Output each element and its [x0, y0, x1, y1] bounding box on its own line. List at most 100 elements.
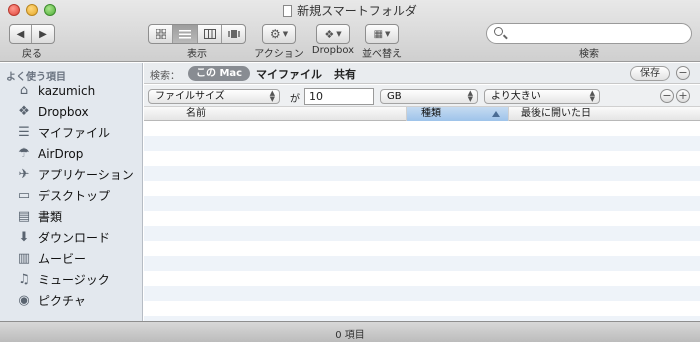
chevron-left-icon: ◀: [16, 28, 25, 40]
column-header-label: 最後に開いた日: [521, 108, 591, 119]
sidebar-item-applications[interactable]: ✈ アプリケーション: [0, 164, 142, 185]
sidebar-item-airdrop[interactable]: ☂ AirDrop: [0, 143, 142, 164]
results-list[interactable]: [144, 121, 700, 321]
chevron-right-icon: ▶: [39, 28, 47, 40]
column-header-name[interactable]: 名前: [144, 107, 407, 121]
remove-scope-button[interactable]: −: [676, 66, 690, 80]
sidebar-item-dropbox[interactable]: ❖ Dropbox: [0, 101, 142, 122]
forward-button[interactable]: ▶: [32, 25, 54, 43]
remove-criteria-button[interactable]: −: [660, 89, 674, 103]
icon-view-icon: [155, 29, 166, 39]
back-label: 戻る: [22, 49, 42, 60]
list-row: [144, 271, 700, 286]
cover-flow-button[interactable]: [222, 25, 245, 43]
unit-value: GB: [387, 91, 402, 102]
sidebar-item-desktop[interactable]: ▭ デスクトップ: [0, 185, 142, 206]
window-title: 新規スマートフォルダ: [0, 2, 700, 19]
sort-ascending-icon: [492, 111, 500, 117]
column-header-kind[interactable]: 種類: [407, 107, 509, 121]
window-title-text: 新規スマートフォルダ: [297, 4, 417, 18]
list-row: [144, 241, 700, 256]
dropbox-label: Dropbox: [311, 45, 355, 56]
scope-option-shared[interactable]: 共有: [334, 66, 356, 82]
sidebar-item-all-my-files[interactable]: ☰ マイファイル: [0, 122, 142, 143]
column-header-last-opened[interactable]: 最後に開いた日: [509, 107, 700, 121]
sidebar: よく使う項目 ⌂ kazumich ❖ Dropbox ☰ マイファイル ☂ A…: [0, 63, 143, 321]
sidebar-item-label: マイファイル: [38, 126, 111, 140]
size-value-field[interactable]: 10: [304, 88, 374, 105]
search-icon: [494, 27, 503, 36]
chevron-down-icon: ▼: [282, 30, 289, 38]
all-my-files-icon: ☰: [18, 125, 30, 140]
column-header-row: 名前 種類 最後に開いた日: [144, 107, 700, 121]
list-row: [144, 151, 700, 166]
music-icon: ♫: [18, 272, 30, 287]
arrange-button[interactable]: ▦ ▼: [365, 24, 399, 44]
criteria-connector: が: [290, 94, 300, 105]
scope-option-all-my-files[interactable]: マイファイル: [256, 66, 322, 82]
chevron-down-icon: ▼: [336, 30, 342, 38]
sidebar-item-label: 書類: [38, 210, 63, 224]
view-mode-control: [148, 24, 246, 44]
documents-icon: ▤: [17, 209, 31, 224]
dropbox-icon: ❖: [324, 27, 335, 41]
sidebar-item-music[interactable]: ♫ ミュージック: [0, 269, 142, 290]
list-row: [144, 136, 700, 151]
sidebar-item-label: ムービー: [38, 252, 87, 266]
column-header-label: 名前: [186, 108, 206, 119]
size-value: 10: [309, 90, 323, 103]
cover-flow-icon: [227, 30, 240, 38]
sidebar-item-documents[interactable]: ▤ 書類: [0, 206, 142, 227]
sidebar-item-movies[interactable]: ▥ ムービー: [0, 248, 142, 269]
search-field[interactable]: [486, 23, 692, 44]
list-row: [144, 286, 700, 301]
sidebar-item-pictures[interactable]: ◉ ピクチャ: [0, 290, 142, 311]
list-row: [144, 121, 700, 136]
list-row: [144, 256, 700, 271]
operator-popup[interactable]: より大きい ▲ ▼: [484, 89, 600, 104]
item-count: 0 項目: [335, 330, 365, 341]
sidebar-item-label: ミュージック: [38, 273, 110, 287]
movies-icon: ▥: [17, 251, 31, 266]
sidebar-item-downloads[interactable]: ⬇ ダウンロード: [0, 227, 142, 248]
popup-arrows-icon: ▲ ▼: [589, 89, 595, 103]
search-criteria-row: ファイルサイズ ▲ ▼ が 10 GB ▲ ▼ より大きい ▲ ▼ − +: [144, 85, 700, 107]
attribute-popup[interactable]: ファイルサイズ ▲ ▼: [148, 89, 280, 104]
list-view-button[interactable]: [173, 25, 198, 43]
sidebar-item-label: AirDrop: [38, 146, 84, 161]
home-icon: ⌂: [19, 83, 29, 98]
list-row: [144, 181, 700, 196]
list-view-icon: [179, 30, 191, 39]
sidebar-item-label: ピクチャ: [38, 294, 86, 308]
list-row: [144, 226, 700, 241]
add-criteria-button[interactable]: +: [676, 89, 690, 103]
sidebar-item-label: ダウンロード: [38, 231, 111, 245]
back-button[interactable]: ◀: [10, 25, 32, 43]
smart-folder-icon: [283, 5, 293, 17]
sidebar-item-label: kazumich: [38, 83, 96, 98]
list-row: [144, 166, 700, 181]
status-bar: 0 項目: [0, 321, 700, 342]
column-view-button[interactable]: [198, 25, 222, 43]
operator-value: より大きい: [491, 91, 541, 102]
arrange-grid-icon: ▦: [373, 28, 384, 40]
list-row: [144, 196, 700, 211]
dropbox-button[interactable]: ❖ ▼: [316, 24, 350, 44]
action-button[interactable]: ⚙ ▼: [262, 24, 296, 44]
chevron-down-icon: ▼: [385, 30, 391, 38]
unit-popup[interactable]: GB ▲ ▼: [380, 89, 478, 104]
arrange-label: 並べ替え: [362, 49, 402, 60]
scope-option-this-mac[interactable]: この Mac: [188, 66, 251, 81]
save-search-button[interactable]: 保存: [630, 66, 670, 81]
sidebar-item-label: デスクトップ: [38, 189, 111, 203]
scope-label: 検索：: [150, 71, 180, 82]
dropbox-icon: ❖: [18, 104, 30, 119]
search-input[interactable]: [507, 26, 683, 41]
sidebar-item-home[interactable]: ⌂ kazumich: [0, 80, 142, 101]
popup-arrows-icon: ▲ ▼: [269, 89, 275, 103]
back-forward-control: ◀ ▶: [9, 24, 55, 44]
attribute-value: ファイルサイズ: [155, 91, 225, 102]
popup-arrows-icon: ▲ ▼: [467, 89, 473, 103]
icon-view-button[interactable]: [149, 25, 173, 43]
gear-icon: ⚙: [269, 27, 281, 41]
